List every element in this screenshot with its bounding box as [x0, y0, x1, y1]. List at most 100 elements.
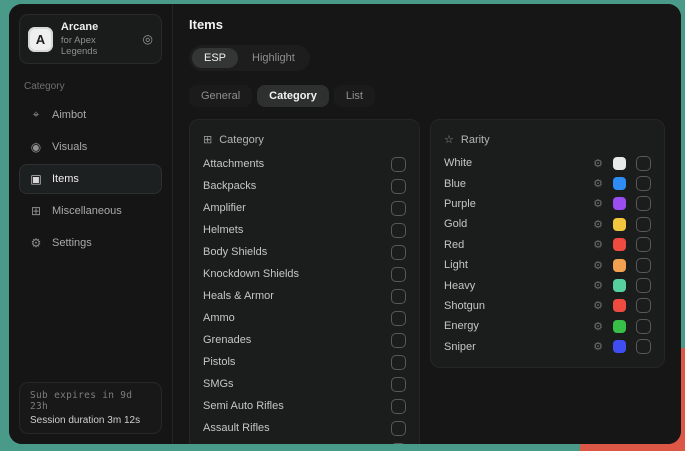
category-row-label: Heals & Armor [203, 290, 274, 302]
category-panel-header: ⊞ Category [203, 130, 406, 153]
gear-icon[interactable]: ⚙ [593, 197, 603, 210]
tab-category[interactable]: Category [257, 85, 329, 107]
sub-expires-text: Sub expires in 9d 23h [30, 390, 151, 412]
color-swatch[interactable] [613, 157, 626, 170]
checkbox[interactable] [391, 223, 406, 238]
checkbox[interactable] [391, 157, 406, 172]
gear-icon[interactable]: ⚙ [593, 299, 603, 312]
tab-list[interactable]: List [334, 85, 375, 107]
checkbox[interactable] [636, 319, 651, 334]
category-row-label: SMGs [203, 378, 234, 390]
checkbox[interactable] [391, 267, 406, 282]
checkbox[interactable] [636, 196, 651, 211]
mode-toggle-highlight[interactable]: Highlight [240, 48, 307, 68]
color-swatch[interactable] [613, 320, 626, 333]
checkbox[interactable] [391, 289, 406, 304]
sidebar-item-settings[interactable]: ⚙ Settings [19, 228, 162, 258]
category-panel-title: Category [219, 134, 264, 146]
tab-general[interactable]: General [189, 85, 252, 107]
eye-icon: ◉ [29, 140, 43, 154]
gear-icon[interactable]: ⚙ [593, 279, 603, 292]
sidebar-item-miscellaneous[interactable]: ⊞ Miscellaneous [19, 196, 162, 226]
gear-icon[interactable]: ⚙ [593, 259, 603, 272]
crosshair-icon: ⌖ [29, 107, 43, 122]
sidebar-nav: ⌖ Aimbot ◉ Visuals ▣ Items ⊞ Miscellaneo… [19, 99, 162, 260]
gear-icon[interactable]: ⚙ [593, 238, 603, 251]
category-row: Attachments [203, 153, 406, 175]
checkbox[interactable] [636, 217, 651, 232]
category-row-label: Backpacks [203, 180, 256, 192]
rarity-row-label: Red [444, 239, 593, 251]
checkbox[interactable] [636, 339, 651, 354]
target-icon[interactable]: ◎ [143, 32, 153, 46]
category-row: Semi Auto Rifles [203, 395, 406, 417]
rarity-row-label: White [444, 157, 593, 169]
checkbox[interactable] [636, 258, 651, 273]
checkbox[interactable] [391, 333, 406, 348]
gear-icon[interactable]: ⚙ [593, 157, 603, 170]
gear-icon[interactable]: ⚙ [593, 340, 603, 353]
checkbox[interactable] [391, 201, 406, 216]
checkbox[interactable] [636, 176, 651, 191]
star-icon: ☆ [444, 133, 454, 146]
color-swatch[interactable] [613, 177, 626, 190]
rarity-row-label: Light [444, 259, 593, 271]
color-swatch[interactable] [613, 218, 626, 231]
sidebar-item-label: Aimbot [52, 109, 86, 121]
panels-row: ⊞ Category Attachments Backpacks Amplifi… [189, 119, 665, 444]
checkbox[interactable] [391, 421, 406, 436]
sidebar-item-aimbot[interactable]: ⌖ Aimbot [19, 99, 162, 130]
rarity-row: Gold ⚙ [444, 214, 651, 234]
rarity-panel-header: ☆ Rarity [444, 130, 651, 153]
gear-icon[interactable]: ⚙ [593, 320, 603, 333]
rarity-row-label: Shotgun [444, 300, 593, 312]
rarity-row-label: Purple [444, 198, 593, 210]
color-swatch[interactable] [613, 259, 626, 272]
sidebar-item-items[interactable]: ▣ Items [19, 164, 162, 194]
color-swatch[interactable] [613, 197, 626, 210]
checkbox[interactable] [636, 237, 651, 252]
checkbox[interactable] [391, 377, 406, 392]
category-row-label: Attachments [203, 158, 264, 170]
sidebar-item-visuals[interactable]: ◉ Visuals [19, 132, 162, 162]
category-row-label: Grenades [203, 334, 251, 346]
checkbox[interactable] [391, 443, 406, 445]
rarity-row: Red ⚙ [444, 235, 651, 255]
color-swatch[interactable] [613, 279, 626, 292]
desktop-background: { "colors": { "desktop_teal": "#4a9a89",… [0, 0, 685, 451]
category-row-label: Knockdown Shields [203, 268, 299, 280]
sidebar-item-label: Items [52, 173, 79, 185]
color-swatch[interactable] [613, 238, 626, 251]
rarity-row-label: Energy [444, 320, 593, 332]
gear-icon[interactable]: ⚙ [593, 177, 603, 190]
brand-subtitle: for Apex Legends [61, 35, 135, 57]
checkbox[interactable] [391, 355, 406, 370]
sidebar-section-label: Category [24, 81, 157, 92]
checkbox[interactable] [636, 156, 651, 171]
checkbox[interactable] [391, 245, 406, 260]
rarity-row: Energy ⚙ [444, 316, 651, 336]
checkbox[interactable] [636, 298, 651, 313]
checkbox[interactable] [636, 278, 651, 293]
mode-toggle-esp[interactable]: ESP [192, 48, 238, 68]
brand-card: A Arcane for Apex Legends ◎ [19, 14, 162, 64]
checkbox[interactable] [391, 179, 406, 194]
checkbox[interactable] [391, 311, 406, 326]
category-panel: ⊞ Category Attachments Backpacks Amplifi… [189, 119, 420, 444]
category-row-label: Pistols [203, 356, 235, 368]
session-duration-text: Session duration 3m 12s [30, 415, 151, 426]
tab-bar: General Category List [189, 85, 665, 107]
rarity-row: Purple ⚙ [444, 194, 651, 214]
checkbox[interactable] [391, 399, 406, 414]
grid-icon: ⊞ [29, 204, 43, 218]
gear-icon: ⚙ [29, 236, 43, 250]
category-row-label: Semi Auto Rifles [203, 400, 284, 412]
color-swatch[interactable] [613, 299, 626, 312]
rarity-row: Shotgun ⚙ [444, 296, 651, 316]
gear-icon[interactable]: ⚙ [593, 218, 603, 231]
app-window: A Arcane for Apex Legends ◎ Category ⌖ A… [9, 4, 681, 444]
brand-text: Arcane for Apex Legends [61, 21, 135, 57]
sidebar: A Arcane for Apex Legends ◎ Category ⌖ A… [9, 4, 173, 444]
color-swatch[interactable] [613, 340, 626, 353]
sidebar-item-label: Settings [52, 237, 92, 249]
